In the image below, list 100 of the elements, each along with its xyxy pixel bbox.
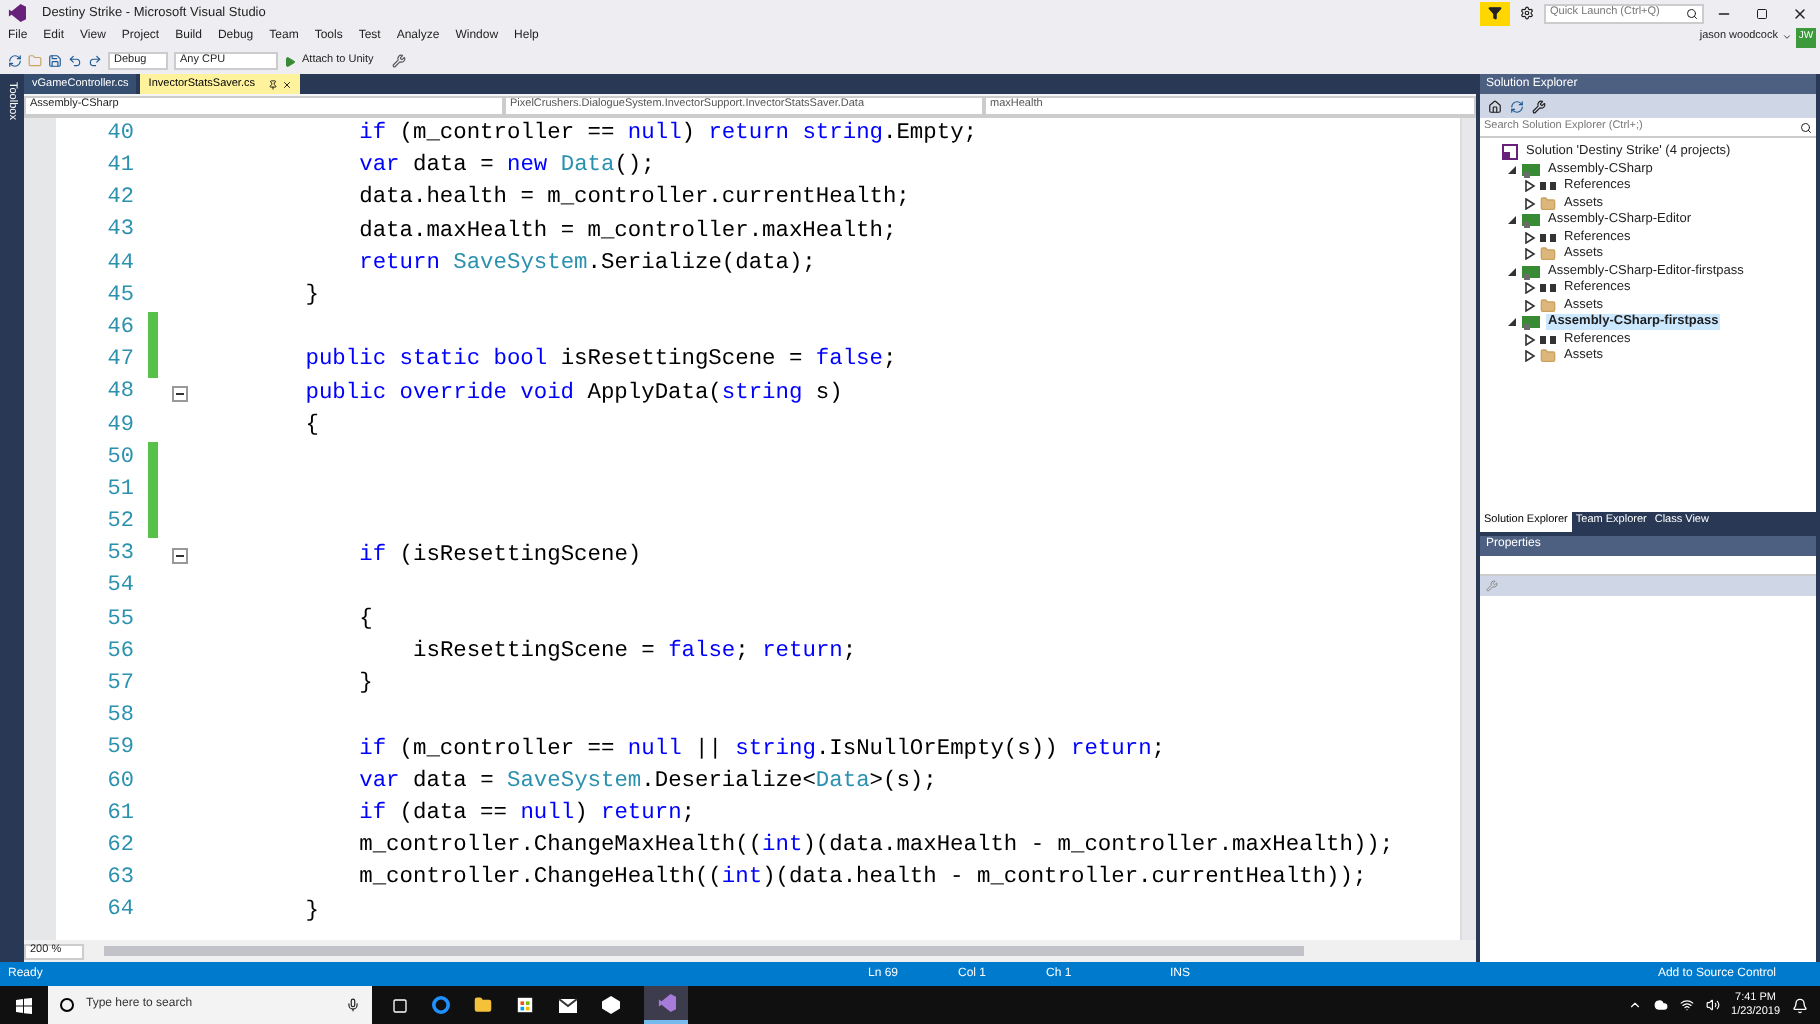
line-number: 49 (105, 411, 136, 442)
line-number: 54 (105, 572, 136, 603)
line-number: 57 (105, 670, 136, 701)
start-icon[interactable] (16, 997, 32, 1013)
line-number: 42 (105, 184, 136, 215)
expanded-arrow-icon[interactable] (1506, 265, 1518, 278)
volume-icon[interactable] (1705, 998, 1720, 1012)
collapse-icon[interactable] (172, 547, 188, 564)
code-line: var data = new Data(); (359, 152, 655, 181)
collapsed-arrow-icon[interactable] (1524, 282, 1536, 295)
code-line: data.maxHealth = m_controller.maxHealth; (359, 217, 897, 246)
network-icon[interactable] (1679, 998, 1694, 1012)
references-icon (1540, 284, 1556, 293)
caret-icon[interactable] (1782, 32, 1792, 42)
browser-icon[interactable] (432, 996, 450, 1014)
cloud-icon[interactable] (1653, 998, 1668, 1012)
line-number: 44 (105, 249, 136, 280)
line-number: 46 (105, 313, 136, 344)
solution-icon (1502, 144, 1518, 161)
app-logo-icon (657, 994, 675, 1012)
line-number: 53 (105, 540, 136, 571)
collapsed-arrow-icon[interactable] (1524, 180, 1536, 193)
mail-icon[interactable] (558, 997, 578, 1013)
microphone-icon[interactable] (346, 998, 360, 1012)
filter-icon (1488, 6, 1502, 20)
project-icon (1522, 212, 1540, 229)
collapsed-arrow-icon[interactable] (1524, 350, 1536, 363)
project-icon (1522, 314, 1540, 331)
restore-icon[interactable] (1756, 7, 1768, 19)
play-icon (284, 55, 296, 67)
line-number: 55 (105, 605, 136, 636)
close-icon[interactable] (1792, 5, 1808, 21)
expanded-arrow-icon[interactable] (1506, 214, 1518, 227)
collapsed-arrow-icon[interactable] (1524, 333, 1536, 346)
collapsed-arrow-icon[interactable] (1524, 231, 1536, 244)
line-number: 60 (105, 767, 136, 798)
folder-icon[interactable] (474, 996, 492, 1014)
expanded-arrow-icon[interactable] (1506, 163, 1518, 176)
code-line: return SaveSystem.Serialize(data); (359, 249, 816, 278)
collapse-icon[interactable] (172, 385, 188, 402)
code-line: if (data == null) return; (359, 800, 696, 829)
references-icon (1540, 233, 1556, 242)
project-icon (1522, 263, 1540, 280)
line-number: 52 (105, 508, 136, 539)
folder-icon (1540, 195, 1556, 212)
line-number: 62 (105, 831, 136, 862)
object-dropdown[interactable] (1480, 555, 1816, 575)
line-number: 61 (105, 799, 136, 830)
folder-icon (1540, 297, 1556, 314)
code-line: if (m_controller == null || string.IsNullOrEmpty(s)) return; (359, 735, 1166, 764)
horizontal-scrollbar[interactable] (104, 946, 1304, 956)
line-number: 51 (105, 475, 136, 506)
code-line: m_controller.ChangeMaxHealth((int)(data.maxHealth - m_controller.maxHealth)); (359, 832, 1394, 861)
line-number: 40 (105, 119, 136, 150)
undo-icon[interactable] (68, 54, 82, 68)
expanded-arrow-icon[interactable] (1506, 316, 1518, 329)
code-line: } (305, 282, 319, 311)
folder-icon (1540, 246, 1556, 263)
code-line: data.health = m_controller.currentHealth; (359, 184, 910, 213)
task-view-icon[interactable] (392, 997, 408, 1013)
cube-icon[interactable] (602, 996, 620, 1014)
code-line: { (305, 411, 319, 440)
line-number: 64 (105, 896, 136, 927)
taskbar-app-button[interactable] (644, 986, 688, 1024)
line-number: 56 (105, 637, 136, 668)
collapsed-arrow-icon[interactable] (1524, 299, 1536, 312)
save-icon[interactable] (48, 54, 62, 68)
collapsed-arrow-icon[interactable] (1524, 248, 1536, 261)
redo-icon[interactable] (88, 54, 102, 68)
pin-icon[interactable] (267, 79, 277, 89)
wrench-icon[interactable] (391, 54, 406, 68)
line-number: 58 (105, 702, 136, 733)
code-line: isResettingScene = false; return; (413, 638, 857, 667)
line-number: 48 (105, 378, 136, 409)
notification-icon[interactable] (1792, 997, 1808, 1013)
refresh-icon[interactable] (1510, 99, 1524, 113)
feedback-button[interactable] (1480, 1, 1510, 25)
vertical-scrollbar[interactable] (1460, 118, 1476, 940)
line-number: 45 (105, 281, 136, 312)
collapsed-arrow-icon[interactable] (1524, 197, 1536, 210)
wrench-icon[interactable] (1532, 99, 1546, 113)
project-icon (1522, 161, 1540, 178)
navigate-icon[interactable] (8, 54, 22, 68)
references-icon (1540, 182, 1556, 191)
references-icon (1540, 335, 1556, 344)
store-icon[interactable] (516, 996, 534, 1014)
code-line: { (359, 605, 373, 634)
code-line: public static bool isResettingScene = false; (305, 346, 897, 375)
line-number: 41 (105, 152, 136, 183)
code-line: if (isResettingScene) (359, 541, 642, 570)
home-icon[interactable] (1488, 99, 1502, 113)
code-line: } (305, 897, 319, 926)
search-icon (1800, 121, 1812, 133)
line-number: 59 (105, 734, 136, 765)
folder-icon (1540, 348, 1556, 365)
line-number: 63 (105, 864, 136, 895)
search-icon (1686, 7, 1698, 19)
line-number: 43 (105, 216, 136, 247)
code-line: m_controller.ChangeHealth((int)(data.health - m_controller.currentHealth)); (359, 864, 1367, 893)
line-number: 47 (105, 346, 136, 377)
